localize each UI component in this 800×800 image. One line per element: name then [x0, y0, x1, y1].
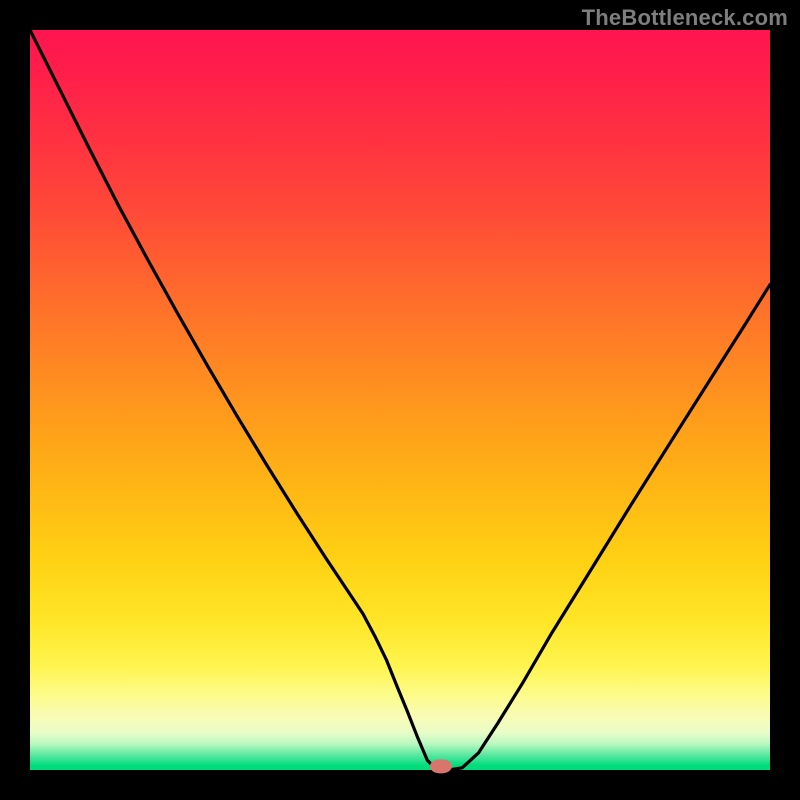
watermark-text: TheBottleneck.com: [582, 5, 788, 31]
optimum-marker: [430, 760, 452, 773]
plot-area: [30, 30, 770, 770]
bottleneck-curve: [30, 30, 770, 770]
chart-frame: TheBottleneck.com: [0, 0, 800, 800]
curve-path: [30, 30, 770, 770]
